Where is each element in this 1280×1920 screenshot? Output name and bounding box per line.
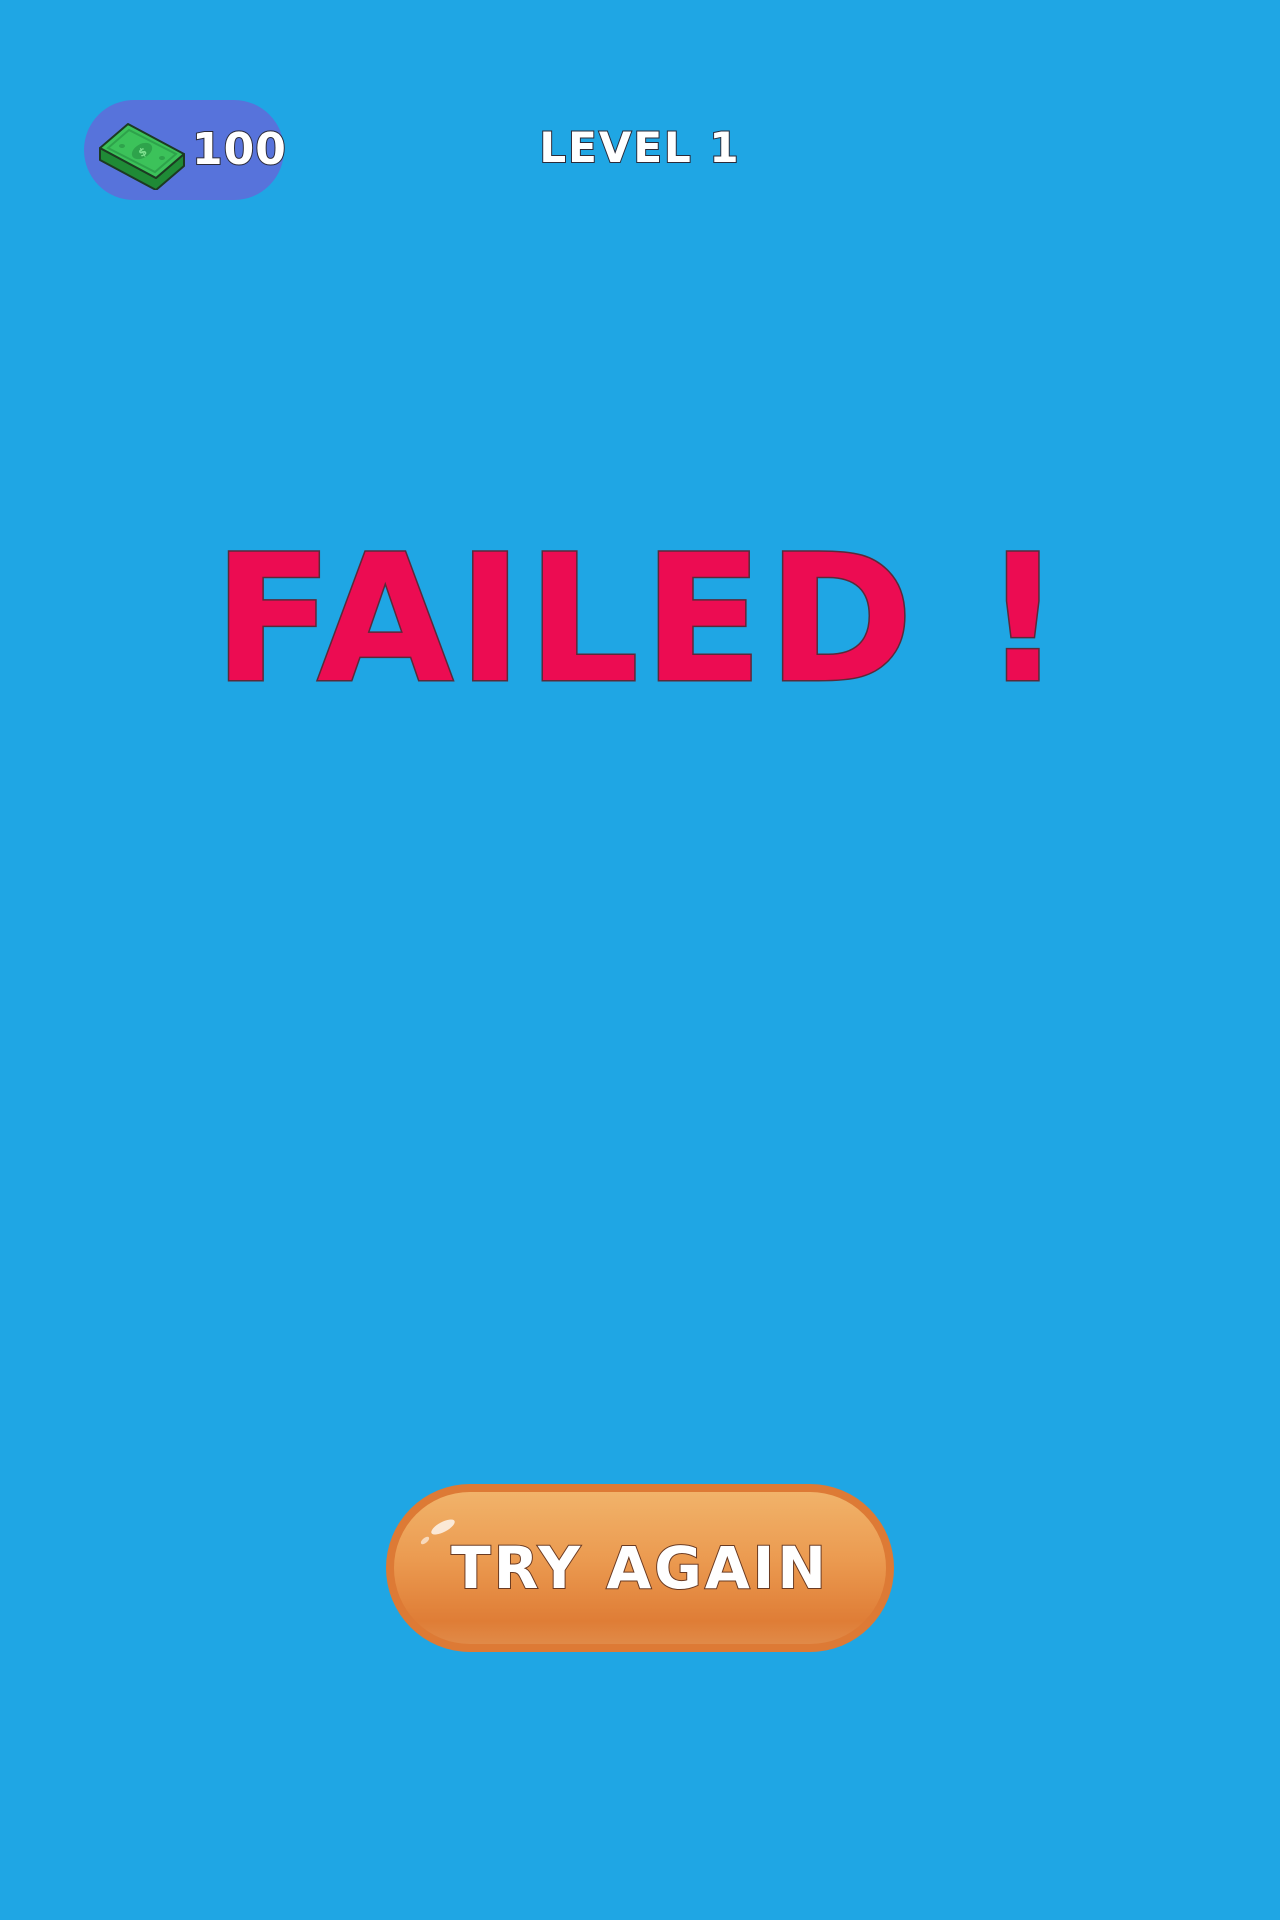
cash-stack-icon: $: [99, 123, 185, 190]
currency-display: $ 100: [84, 100, 287, 200]
try-again-button-face: TRY AGAIN: [394, 1492, 886, 1644]
try-again-label: TRY AGAIN: [450, 1533, 829, 1603]
try-again-button[interactable]: TRY AGAIN: [386, 1484, 894, 1652]
currency-amount: 100: [191, 123, 287, 176]
failed-title: FAILED !: [212, 517, 1067, 722]
level-label: LEVEL 1: [538, 122, 741, 173]
top-hud: $ 100 LEVEL 1: [0, 0, 1280, 260]
